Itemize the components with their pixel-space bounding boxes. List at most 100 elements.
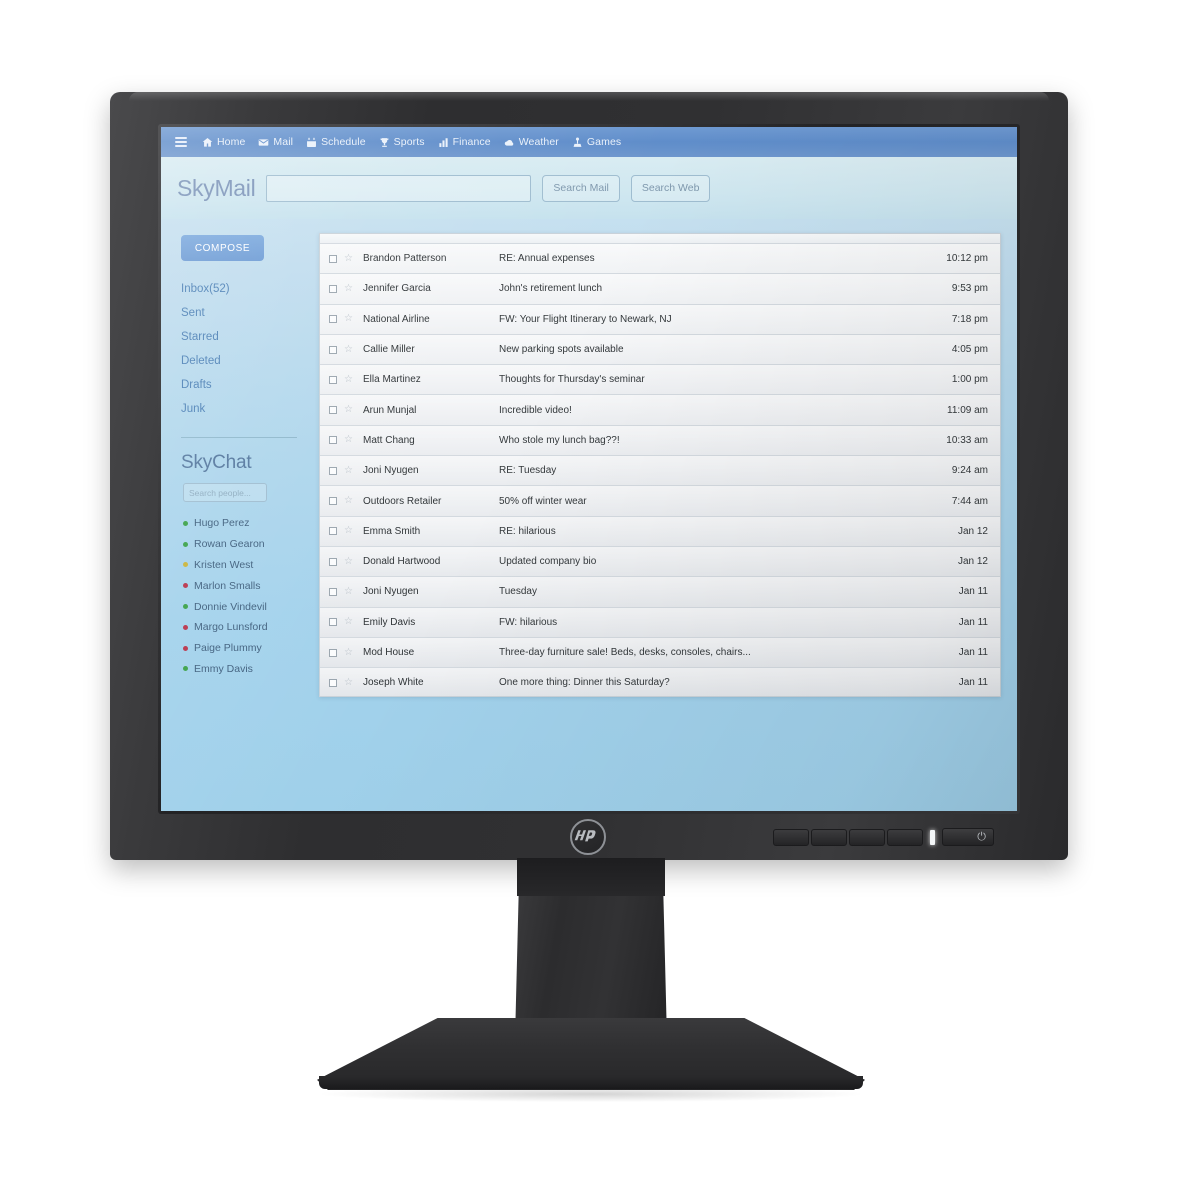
mail-timestamp: 7:44 am bbox=[951, 495, 988, 507]
star-icon[interactable]: ☆ bbox=[344, 526, 354, 536]
mail-sender: Emma Smith bbox=[363, 525, 421, 537]
mail-row-checkbox[interactable] bbox=[329, 315, 337, 324]
chat-contact[interactable]: Kristen West bbox=[177, 555, 305, 576]
chat-contact[interactable]: Marlon Smalls bbox=[177, 575, 305, 596]
mail-row[interactable]: ☆ Jennifer Garcia John's retirement lunch 9… bbox=[320, 273, 1000, 304]
chat-search-input[interactable] bbox=[183, 483, 267, 502]
osd-menu-button-2[interactable] bbox=[811, 828, 847, 846]
mail-row[interactable]: ☆ Donald Hartwood Updated company bio Jan 1… bbox=[320, 545, 1000, 577]
star-icon[interactable]: ☆ bbox=[344, 556, 354, 567]
chat-contact[interactable]: Emmy Davis bbox=[177, 658, 305, 679]
star-icon[interactable]: ☆ bbox=[344, 617, 354, 627]
folder-item[interactable]: Junk bbox=[177, 397, 305, 421]
star-icon[interactable]: ☆ bbox=[344, 677, 354, 688]
nav-item-home[interactable]: Home bbox=[202, 136, 245, 148]
nav-label: Finance bbox=[452, 136, 491, 148]
mail-row[interactable]: ☆ Arun Munjal Incredible video! 11:09 am bbox=[320, 394, 1000, 425]
screen-bevel: Home Mail Schedule Sports Finance Weathe… bbox=[158, 124, 1020, 814]
nav-item-schedule[interactable]: Schedule bbox=[306, 136, 366, 148]
folder-item[interactable]: Sent bbox=[177, 301, 305, 325]
mail-row[interactable]: ☆ Mod House Three-day furniture sale! Beds… bbox=[320, 636, 1000, 668]
mail-row-checkbox[interactable] bbox=[329, 527, 337, 536]
mail-row-checkbox[interactable] bbox=[329, 587, 337, 596]
mail-row-checkbox[interactable] bbox=[329, 557, 337, 566]
mail-row-checkbox[interactable] bbox=[329, 678, 337, 687]
star-icon[interactable]: ☆ bbox=[344, 253, 354, 264]
mail-row-checkbox[interactable] bbox=[329, 375, 337, 384]
compose-button[interactable]: COMPOSE bbox=[181, 235, 264, 261]
hamburger-menu-icon[interactable] bbox=[175, 137, 187, 147]
mail-row[interactable]: ☆ Outdoors Retailer 50% off winter wear 7:4… bbox=[320, 485, 1000, 516]
mail-row-checkbox[interactable] bbox=[329, 284, 337, 293]
star-icon[interactable]: ☆ bbox=[344, 374, 354, 385]
mail-row-checkbox[interactable] bbox=[329, 436, 337, 445]
mail-row-checkbox[interactable] bbox=[329, 254, 337, 263]
nav-item-sports[interactable]: Sports bbox=[379, 136, 425, 148]
mail-row-checkbox[interactable] bbox=[329, 345, 337, 354]
nav-item-finance[interactable]: Finance bbox=[438, 136, 491, 148]
monitor-stand-neck-top bbox=[517, 858, 665, 896]
mail-sender: Emily Davis bbox=[363, 616, 416, 628]
folder-item[interactable]: Inbox(52) bbox=[177, 277, 305, 301]
folder-item[interactable]: Starred bbox=[177, 325, 305, 349]
mail-row[interactable]: ☆ National Airline FW: Your Flight Itinera… bbox=[320, 303, 1000, 334]
mail-sender: Donald Hartwood bbox=[363, 556, 441, 568]
search-input[interactable] bbox=[266, 174, 532, 202]
mail-row[interactable]: ☆ Joni Nyugen RE: Tuesday 9:24 am bbox=[320, 455, 1000, 486]
hp-logo bbox=[570, 819, 606, 855]
star-icon[interactable]: ☆ bbox=[344, 405, 354, 415]
mail-subject: 50% off winter wear bbox=[499, 495, 587, 507]
mail-timestamp: Jan 11 bbox=[958, 586, 988, 598]
chat-contact[interactable]: Margo Lunsford bbox=[177, 617, 305, 638]
star-icon[interactable]: ☆ bbox=[344, 465, 354, 476]
power-button[interactable]: ⏻ bbox=[942, 828, 994, 846]
mail-row[interactable]: ☆ Emma Smith RE: hilarious Jan 12 bbox=[320, 515, 1000, 546]
star-icon[interactable]: ☆ bbox=[344, 586, 354, 597]
search-web-button[interactable]: Search Web bbox=[630, 174, 711, 202]
mail-row[interactable]: ☆ Joseph White One more thing: Dinner this… bbox=[320, 667, 1000, 696]
monitor-bezel: Home Mail Schedule Sports Finance Weathe… bbox=[110, 92, 1068, 860]
mail-row-checkbox[interactable] bbox=[329, 466, 337, 475]
mail-row-checkbox[interactable] bbox=[329, 618, 337, 627]
mail-row[interactable]: ☆ Emily Davis FW: hilarious Jan 11 bbox=[320, 606, 1000, 637]
mail-subject: FW: hilarious bbox=[499, 616, 558, 628]
chat-contact-name: Kristen West bbox=[194, 558, 254, 571]
app-body: COMPOSE Inbox(52) Sent Starred Deleted Draft… bbox=[161, 219, 1017, 811]
mail-row[interactable]: ☆ Matt Chang Who stole my lunch bag??! 10:3… bbox=[320, 424, 1000, 456]
mail-row-checkbox[interactable] bbox=[329, 406, 337, 415]
mail-timestamp: 10:33 am bbox=[946, 434, 988, 446]
mail-row[interactable]: ☆ Brandon Patterson RE: Annual expenses 10:… bbox=[320, 243, 1000, 274]
osd-menu-button-3[interactable] bbox=[849, 828, 885, 846]
star-icon[interactable]: ☆ bbox=[344, 496, 354, 506]
chat-contact[interactable]: Hugo Perez bbox=[177, 513, 305, 534]
mail-timestamp: Jan 11 bbox=[958, 677, 988, 689]
search-mail-button[interactable]: Search Mail bbox=[542, 174, 620, 202]
nav-item-weather[interactable]: Weather bbox=[504, 136, 559, 148]
mail-sender: Matt Chang bbox=[363, 434, 415, 446]
star-icon[interactable]: ☆ bbox=[344, 435, 354, 445]
chat-contact[interactable]: Rowan Gearon bbox=[177, 534, 305, 555]
nav-item-games[interactable]: Games bbox=[572, 136, 621, 148]
osd-menu-button-1[interactable] bbox=[773, 828, 809, 846]
folder-item[interactable]: Deleted bbox=[177, 349, 305, 373]
star-icon[interactable]: ☆ bbox=[344, 344, 354, 355]
mail-row[interactable]: ☆ Ella Martinez Thoughts for Thursday's se… bbox=[320, 364, 1000, 395]
folder-item[interactable]: Drafts bbox=[177, 373, 305, 397]
mail-row[interactable]: ☆ Joni Nyugen Tuesday Jan 11 bbox=[320, 576, 1000, 607]
star-icon[interactable]: ☆ bbox=[344, 647, 354, 658]
mail-row[interactable]: ☆ Callie Miller New parking spots availabl… bbox=[320, 333, 1000, 365]
mail-sender: National Airline bbox=[363, 313, 430, 325]
mail-row-checkbox[interactable] bbox=[329, 648, 337, 657]
nav-item-mail[interactable]: Mail bbox=[258, 136, 293, 148]
star-icon[interactable]: ☆ bbox=[344, 283, 354, 294]
brand-search-bar: SkyMail Search Mail Search Web bbox=[161, 157, 1017, 219]
chat-contact[interactable]: Donnie Vindevil bbox=[177, 596, 305, 617]
osd-menu-button-4[interactable] bbox=[887, 828, 923, 846]
star-icon[interactable]: ☆ bbox=[344, 314, 354, 324]
nav-label: Weather bbox=[518, 136, 559, 148]
mail-subject: Tuesday bbox=[499, 586, 537, 598]
mail-row-checkbox[interactable] bbox=[329, 497, 337, 506]
chat-contact[interactable]: Paige Plummy bbox=[177, 638, 305, 659]
nav-label: Mail bbox=[273, 136, 294, 148]
nav-label: Games bbox=[586, 136, 622, 148]
